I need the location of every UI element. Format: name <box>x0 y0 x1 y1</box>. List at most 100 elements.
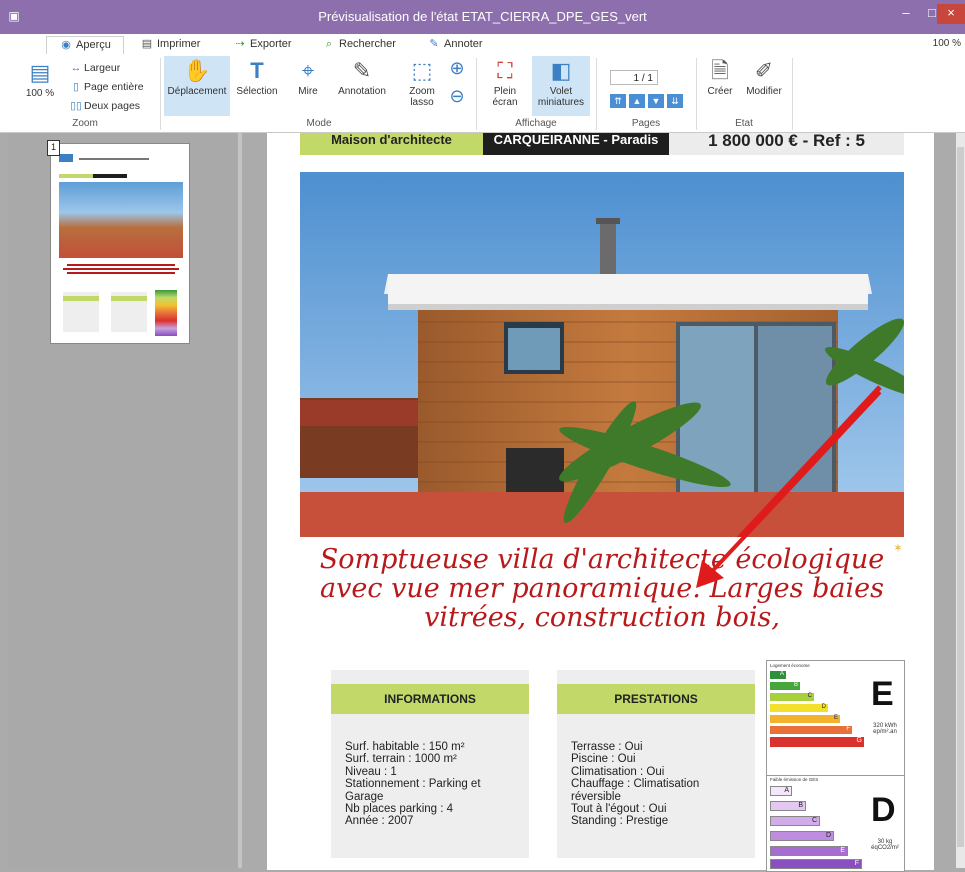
page-number-field[interactable]: 1 / 1 <box>610 70 658 85</box>
dpe-heading: Logement économe <box>770 663 810 668</box>
tab-apercu[interactable]: ◉ Aperçu <box>46 36 124 55</box>
prestations-title: PRESTATIONS <box>557 684 755 714</box>
annotation-button[interactable]: ✎ Annotation <box>334 56 390 97</box>
property-type: Maison d'architecte <box>300 133 483 155</box>
zoom-in-icon: ⊕ <box>449 58 465 78</box>
group-label-mode: Mode <box>306 118 332 129</box>
ribbon: ▤ 100 % ↔ Largeur ▯ Page entière ▯▯ Deux pa… <box>0 54 965 133</box>
dpe-band-f: F <box>770 726 852 734</box>
volet-miniatures-label: Volet miniatures <box>537 86 585 108</box>
dpe-band-d: D <box>770 704 828 712</box>
tab-rechercher[interactable]: ⌕ Rechercher <box>322 36 396 54</box>
annotation-arrow <box>696 390 882 588</box>
last-page-button[interactable]: ⇊ <box>667 94 683 108</box>
deux-pages-button[interactable]: ▯▯ Deux pages <box>68 100 140 112</box>
first-page-icon: ⇈ <box>614 96 622 106</box>
group-label-etat: Etat <box>735 118 753 129</box>
dpe-band-a: A <box>770 671 786 679</box>
tab-exporter[interactable]: ⇢ Exporter <box>233 36 291 54</box>
plein-ecran-label: Plein écran <box>492 86 518 108</box>
group-label-zoom: Zoom <box>72 118 98 129</box>
zoom-lasso-icon: ⬚ <box>411 58 433 83</box>
fullscreen-icon: ⛶ <box>497 58 513 83</box>
group-separator <box>792 58 793 130</box>
zoom-in-button[interactable]: ⊕ <box>446 58 468 79</box>
tab-label: Rechercher <box>339 38 396 50</box>
largeur-label: Largeur <box>84 62 121 74</box>
group-separator <box>160 58 161 130</box>
property-location: CARQUEIRANNE - Paradis <box>483 133 669 155</box>
dpe-band-c: C <box>770 693 814 701</box>
zoom-out-button[interactable]: ⊖ <box>446 86 468 107</box>
previous-page-button[interactable]: ▲ <box>629 94 645 108</box>
vertical-scrollbar[interactable] <box>956 133 965 868</box>
volet-miniatures-button[interactable]: ◧ Volet miniatures <box>532 56 590 116</box>
edit-document-icon: ✐ <box>754 58 774 83</box>
close-button[interactable]: × <box>937 4 965 24</box>
next-page-button[interactable]: ▼ <box>648 94 664 108</box>
ribbon-tabs: ◉ Aperçu ▤ Imprimer ⇢ Exporter ⌕ Rechercher … <box>0 34 965 55</box>
deplacement-button[interactable]: ✋ Déplacement <box>164 56 230 116</box>
ges-heading: Faible émission de GES <box>770 777 819 782</box>
zoom-100-label: 100 % <box>25 88 55 99</box>
pencil-icon: ✎ <box>352 58 372 83</box>
zoom-level: 100 % <box>932 38 961 49</box>
thumb-energy-labels <box>155 290 177 336</box>
current-page: 1 <box>633 73 640 84</box>
minimize-button[interactable]: – <box>893 4 919 24</box>
prestation-line: Chauffage : Climatisation <box>571 778 700 791</box>
zoom-100-button[interactable]: ▤ 100 % <box>20 58 60 99</box>
annotation-label: Annotation <box>338 86 386 97</box>
modifier-button[interactable]: ✐ Modifier <box>742 56 786 97</box>
prestation-line: Tout à l'égout : Oui <box>571 803 667 816</box>
prestation-line: réversible <box>571 790 621 803</box>
zoom-lasso-button[interactable]: ⬚ Zoom lasso <box>404 56 440 108</box>
thumb-photo <box>59 182 183 258</box>
largeur-button[interactable]: ↔ Largeur <box>68 62 120 74</box>
deplacement-label: Déplacement <box>167 86 227 97</box>
thumb-info-box <box>63 292 99 332</box>
tab-label: Aperçu <box>76 39 111 51</box>
creer-button[interactable]: 🗎 Créer <box>702 56 738 97</box>
window-title: Prévisualisation de l'état ETAT_CIERRA_D… <box>318 9 647 24</box>
prestation-line: Piscine : Oui <box>571 753 636 766</box>
modifier-label: Modifier <box>746 86 782 97</box>
page-entiere-button[interactable]: ▯ Page entière <box>68 81 144 93</box>
dpe-grade: E <box>871 675 894 713</box>
ges-value: 30 kg éqCO2/m² <box>871 839 899 851</box>
selection-button[interactable]: T Sélection <box>232 56 282 97</box>
page-entiere-label: Page entière <box>84 81 144 93</box>
page-icon: ▤ <box>29 60 51 85</box>
export-icon: ⇢ <box>235 38 245 50</box>
prestations-list: Terrasse : Oui Piscine : Oui Climatisati… <box>571 741 699 828</box>
total-pages: / 1 <box>641 73 653 84</box>
page-thumbnail[interactable] <box>50 143 190 344</box>
tab-annoter[interactable]: ✎ Annoter <box>427 36 482 54</box>
crosshair-icon: ⌖ <box>301 58 315 83</box>
ges-band-e: E <box>770 846 848 856</box>
thumb-header-green <box>59 174 93 178</box>
ges-band-f: F <box>770 859 862 869</box>
mire-button[interactable]: ⌖ Mire <box>290 56 326 97</box>
property-price-ref: 1 800 000 € - Ref : 5 <box>669 132 904 155</box>
thumbnail-page-number: 1 <box>47 140 60 156</box>
pen-icon: ✎ <box>429 38 439 50</box>
deux-pages-label: Deux pages <box>84 100 141 112</box>
group-label-affichage: Affichage <box>515 118 557 129</box>
tab-imprimer[interactable]: ▤ Imprimer <box>140 36 201 54</box>
informations-box: INFORMATIONS Surf. habitable : 150 m² Su… <box>331 670 529 858</box>
tab-label: Imprimer <box>157 38 201 50</box>
thumb-headline <box>59 262 183 278</box>
eye-icon: ◉ <box>61 39 71 51</box>
prestations-box: PRESTATIONS Terrasse : Oui Piscine : Oui… <box>557 670 755 858</box>
plein-ecran-button[interactable]: ⛶ Plein écran <box>484 56 526 108</box>
dpe-value: 320 kWh ep/m².an <box>873 723 897 735</box>
thumb-prestations-box <box>111 292 147 332</box>
mire-label: Mire <box>298 86 318 97</box>
dpe-band-e: E <box>770 715 840 723</box>
group-separator <box>476 58 477 130</box>
prestation-line: Climatisation : Oui <box>571 765 665 778</box>
info-line: Année : 2007 <box>345 815 414 828</box>
first-page-button[interactable]: ⇈ <box>610 94 626 108</box>
scrollbar-thumb[interactable] <box>957 147 964 847</box>
